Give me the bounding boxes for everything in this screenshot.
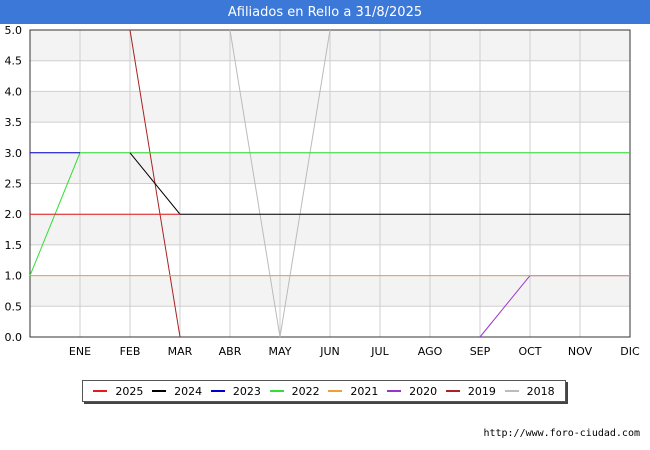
y-tick-label: 2.5 (5, 178, 23, 191)
x-tick-label: ENE (69, 345, 91, 358)
legend-swatch (93, 390, 108, 392)
y-tick-label: 4.5 (5, 55, 23, 68)
legend-item-2024: 2024 (152, 385, 202, 398)
x-tick-label: DIC (620, 345, 640, 358)
y-tick-label: 3.0 (5, 147, 23, 160)
y-axis-labels: 0.0 0.5 1.0 1.5 2.0 2.5 3.0 3.5 4.0 4.5 5.0 (5, 24, 23, 344)
legend-swatch (210, 390, 225, 392)
x-tick-label: AGO (418, 345, 443, 358)
legend-label: 2025 (115, 384, 144, 398)
x-axis-labels: ENE FEB MAR ABR MAY JUN JUL AGO SEP OCT NOV DIC (69, 345, 640, 358)
x-tick-label: JUN (319, 345, 340, 358)
legend-label: 2021 (350, 384, 379, 398)
legend-label: 2018 (526, 384, 555, 398)
legend-item-2019: 2019 (445, 384, 496, 398)
x-tick-label: OCT (518, 345, 541, 358)
x-tick-label: JUL (370, 345, 389, 358)
legend-label: 2020 (409, 384, 438, 398)
x-tick-label: ABR (219, 345, 242, 358)
y-tick-label: 5.0 (5, 24, 23, 37)
y-tick-label: 1.0 (5, 270, 23, 283)
legend-item-2022: 2022 (269, 384, 320, 398)
legend-item-2020: 2020 (387, 385, 437, 398)
legend-swatch (504, 390, 519, 392)
x-tick-label: SEP (470, 345, 491, 358)
x-tick-label: NOV (568, 345, 593, 358)
source-url: http://www.foro-ciudad.com (483, 428, 640, 439)
legend-swatch (445, 390, 460, 392)
x-tick-label: MAR (168, 345, 193, 358)
y-tick-label: 2.0 (5, 208, 23, 221)
x-tick-label: FEB (120, 345, 141, 358)
y-tick-label: 4.0 (5, 85, 23, 98)
legend-item-2018: 2018 (504, 384, 555, 398)
y-tick-label: 0.5 (5, 300, 23, 313)
legend-label: 2022 (291, 384, 320, 398)
y-tick-label: 3.5 (5, 116, 23, 129)
legend-label: 2023 (232, 384, 261, 398)
legend-item-2023: 2023 (210, 384, 261, 398)
legend-label: 2024 (174, 384, 203, 398)
legend-swatch (328, 390, 343, 392)
x-tick-label: MAY (269, 345, 292, 358)
legend-label: 2019 (467, 384, 496, 398)
legend-item-2025: 2025 (93, 385, 143, 398)
legend: 2025 2024 2023 2022 2021 2020 2019 2018 (82, 380, 566, 402)
legend-swatch (269, 390, 284, 392)
legend-item-2021: 2021 (328, 385, 378, 398)
y-tick-label: 0.0 (5, 331, 23, 344)
legend-swatch (152, 390, 167, 392)
legend-swatch (387, 390, 402, 392)
y-tick-label: 1.5 (5, 239, 23, 252)
